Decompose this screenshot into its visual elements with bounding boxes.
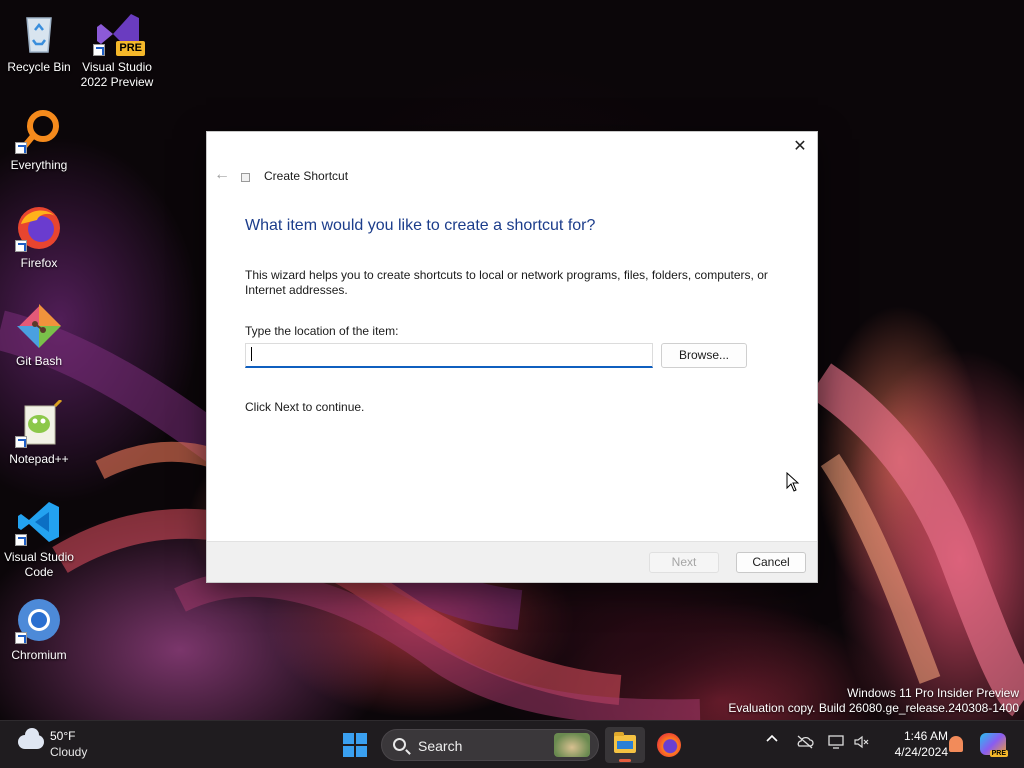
notification-bell-icon[interactable]: [949, 736, 963, 752]
desktop-icon-label: Visual Studio 2022 Preview: [80, 60, 154, 89]
desktop-icon-label: Git Bash: [15, 354, 63, 368]
cancel-button[interactable]: Cancel: [736, 552, 806, 573]
create-shortcut-dialog: ✕ ← Create Shortcut What item would you …: [206, 131, 818, 583]
desktop-icon-label: Visual Studio Code: [4, 550, 74, 579]
chevron-up-icon: [766, 734, 778, 742]
system-clock[interactable]: 1:46 AM 4/24/2024: [878, 728, 948, 760]
active-indicator: [619, 759, 631, 762]
speaker-muted-icon: [854, 735, 869, 749]
close-button[interactable]: ✕: [789, 136, 811, 158]
taskbar: 50°F Cloudy Search 1:46 AM 4/24/2024 PRE: [0, 720, 1024, 768]
continue-hint: Click Next to continue.: [245, 400, 365, 414]
taskbar-firefox[interactable]: [649, 727, 689, 763]
shortcut-arrow-icon: [15, 632, 27, 644]
desktop-icon-vscode[interactable]: Visual Studio Code: [0, 498, 78, 580]
cloud-offline-icon: [797, 735, 814, 749]
monitor-icon: [828, 735, 844, 749]
copilot-button[interactable]: PRE: [980, 733, 1008, 757]
location-input[interactable]: [245, 343, 653, 368]
desktop-icon-notepad-plus-plus[interactable]: Notepad++: [0, 398, 78, 467]
shortcut-arrow-icon: [15, 436, 27, 448]
firefox-icon: [657, 733, 681, 757]
start-button[interactable]: [343, 733, 367, 757]
desktop-icon-recycle-bin[interactable]: Recycle Bin: [0, 8, 78, 75]
wizard-description: This wizard helps you to create shortcut…: [245, 268, 768, 297]
recycle-bin-icon: [15, 8, 63, 56]
taskbar-file-explorer[interactable]: [605, 727, 645, 763]
file-explorer-icon: [614, 732, 636, 753]
desktop-icon-everything[interactable]: Everything: [0, 106, 78, 173]
back-arrow-icon: ←: [214, 166, 230, 183]
desktop-icon-label: Notepad++: [9, 452, 69, 466]
dialog-title: Create Shortcut: [264, 169, 349, 183]
close-icon: ✕: [793, 138, 807, 155]
back-button[interactable]: ←: [213, 166, 231, 184]
watermark-line-1: Windows 11 Pro Insider Preview: [847, 686, 1019, 700]
visual-studio-icon: PRE: [93, 8, 145, 56]
onedrive-tray-icon[interactable]: [796, 735, 814, 752]
show-hidden-icons-button[interactable]: [766, 733, 778, 748]
git-bash-icon: [15, 302, 63, 350]
desktop-icon-label: Everything: [10, 158, 68, 172]
next-button[interactable]: Next: [649, 552, 719, 573]
chromium-icon: [15, 596, 63, 644]
search-label: Search: [418, 738, 463, 754]
sound-tray-icon[interactable]: [854, 735, 870, 752]
desktop-icon-firefox[interactable]: Firefox: [0, 204, 78, 271]
preview-badge: PRE: [116, 41, 145, 56]
desktop-icon-label: Firefox: [20, 256, 58, 270]
mouse-pointer-icon: [786, 472, 800, 492]
location-label: Type the location of the item:: [245, 324, 399, 338]
display-tray-icon[interactable]: [828, 735, 844, 752]
text-caret: [251, 347, 252, 361]
shortcut-arrow-icon: [15, 240, 27, 252]
clock-time: 1:46 AM: [903, 729, 948, 743]
watermark-line-2: Evaluation copy. Build 26080.ge_release.…: [728, 701, 1019, 715]
shortcut-arrow-icon: [15, 534, 27, 546]
shortcut-arrow-icon: [15, 142, 27, 154]
desktop-icon-chromium[interactable]: Chromium: [0, 596, 78, 663]
everything-search-icon: [15, 106, 63, 154]
search-icon: [393, 738, 406, 751]
evaluation-watermark: Windows 11 Pro Insider Preview Evaluatio…: [728, 686, 1019, 716]
desktop-icon-visual-studio[interactable]: PRE Visual Studio 2022 Preview: [78, 8, 156, 90]
taskbar-search[interactable]: Search: [381, 729, 599, 761]
copilot-preview-badge: PRE: [989, 750, 1008, 757]
browse-button[interactable]: Browse...: [661, 343, 747, 368]
search-highlight-image: [554, 733, 590, 757]
clock-date: 4/24/2024: [894, 745, 948, 759]
wizard-heading: What item would you like to create a sho…: [245, 217, 596, 234]
desktop-icon-label: Recycle Bin: [7, 60, 71, 74]
notepad-plus-plus-icon: [15, 398, 63, 448]
dialog-footer: Next Cancel: [207, 541, 817, 582]
desktop-icon-label: Chromium: [11, 648, 67, 662]
weather-temperature: 50°F: [50, 729, 76, 743]
cloud-icon: [18, 728, 44, 749]
shortcut-arrow-icon: [93, 44, 105, 56]
windows-logo-icon: [343, 733, 354, 744]
vscode-icon: [15, 498, 63, 546]
shortcut-wizard-icon: [241, 173, 250, 182]
desktop-icon-git-bash[interactable]: Git Bash: [0, 302, 78, 369]
firefox-icon: [15, 204, 63, 252]
weather-condition: Cloudy: [50, 745, 88, 759]
